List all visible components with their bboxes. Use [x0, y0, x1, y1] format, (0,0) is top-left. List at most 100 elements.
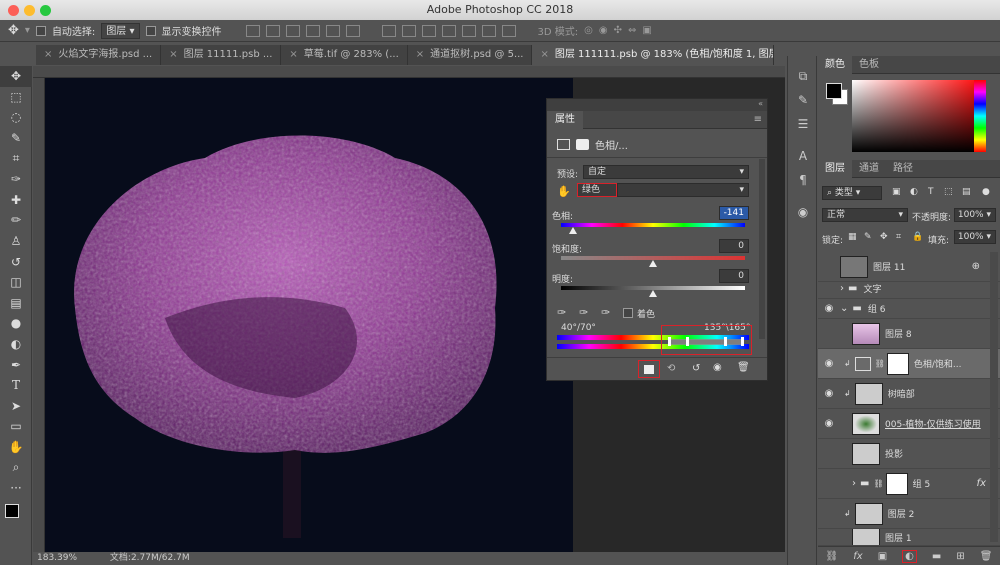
- close-window-button[interactable]: [8, 5, 19, 16]
- tab-doc-2[interactable]: × 图层 11111.psb ...: [161, 45, 282, 65]
- shape-tool-icon[interactable]: ▭: [0, 416, 32, 437]
- hue-slider-thumb[interactable]: [569, 227, 577, 234]
- auto-align-icon[interactable]: [501, 24, 516, 37]
- zoom-tool-icon[interactable]: ⌕: [0, 457, 32, 478]
- distribute-bottom-icon[interactable]: [421, 24, 436, 37]
- properties-scrollbar[interactable]: [759, 159, 765, 339]
- 3d-scale-icon[interactable]: ▣: [642, 25, 651, 36]
- layer-row[interactable]: › ▬ 文字: [818, 279, 1000, 299]
- filter-toggle-icon[interactable]: ●: [982, 187, 990, 197]
- auto-select-dropdown[interactable]: 图层 ▾: [101, 22, 140, 39]
- link-layers-icon[interactable]: ⛓: [826, 551, 839, 562]
- layer-row[interactable]: ◉ ⌄ ▬ 组 6: [818, 299, 1000, 319]
- tab-doc-3[interactable]: × 草莓.tif @ 283% (...: [281, 45, 408, 65]
- clip-to-layer-button[interactable]: [638, 360, 660, 378]
- align-left-icon[interactable]: [305, 24, 320, 37]
- layer-row[interactable]: ◉ ↲ 树暗部: [818, 379, 1000, 409]
- dodge-tool-icon[interactable]: ◐: [0, 334, 32, 355]
- marquee-tool-icon[interactable]: ⬚: [0, 87, 32, 108]
- new-group-icon[interactable]: ▬: [932, 551, 941, 562]
- range-selection[interactable]: [671, 339, 743, 345]
- 3d-drag-icon[interactable]: ✣: [614, 25, 622, 36]
- move-tool-icon[interactable]: ✥: [8, 23, 19, 38]
- filter-shape-icon[interactable]: ⬚: [944, 187, 953, 197]
- range-marker-3[interactable]: [724, 337, 727, 346]
- 3d-roll-icon[interactable]: ◉: [599, 25, 608, 36]
- move-tool-icon[interactable]: ✥: [0, 66, 32, 87]
- history-brush-tool-icon[interactable]: ↺: [0, 251, 32, 272]
- clone-stamp-tool-icon[interactable]: ♙: [0, 231, 32, 252]
- delete-layer-icon[interactable]: 🗑: [980, 551, 993, 562]
- blend-mode-dropdown[interactable]: 正常 ▾: [822, 208, 908, 222]
- type-tool-icon[interactable]: T: [0, 375, 32, 396]
- lock-all-icon[interactable]: 🔒: [912, 232, 923, 242]
- adjustments-panel-icon[interactable]: ☰: [788, 112, 818, 136]
- reset-icon[interactable]: ↺: [692, 363, 700, 374]
- lock-pixels-icon[interactable]: ✎: [864, 232, 872, 242]
- distribute-top-icon[interactable]: [381, 24, 396, 37]
- layer-kind-filter[interactable]: ⌕ 类型 ▾: [822, 186, 882, 200]
- tab-doc-5[interactable]: ×图层 111111.psb @ 183% (色相/饱和度 1, 图层蒙版/8)…: [532, 45, 774, 65]
- eyedropper-minus-icon[interactable]: ✑: [601, 306, 610, 319]
- crop-tool-icon[interactable]: ⌗: [0, 148, 32, 169]
- styles-panel-icon[interactable]: ◉: [788, 200, 818, 224]
- history-panel-icon[interactable]: ⧉: [788, 64, 818, 88]
- filter-pixel-icon[interactable]: ▣: [892, 187, 901, 197]
- close-tab-icon[interactable]: ×: [44, 49, 52, 60]
- fill-input[interactable]: 100% ▾: [954, 230, 996, 244]
- visibility-eye-icon[interactable]: ◉: [818, 358, 840, 369]
- 3d-orbit-icon[interactable]: ◎: [584, 25, 593, 36]
- tab-doc-4[interactable]: × 通道抠树.psd @ 5...: [408, 45, 533, 65]
- visibility-eye-icon[interactable]: ◉: [818, 418, 840, 429]
- tab-layers[interactable]: 图层: [818, 160, 852, 178]
- path-select-tool-icon[interactable]: ➤: [0, 396, 32, 417]
- foreground-color-swatch[interactable]: [5, 504, 19, 519]
- pen-tool-icon[interactable]: ✒: [0, 354, 32, 375]
- layer-row[interactable]: › ▬ ⛓ 组 5 fx: [818, 469, 1000, 499]
- 3d-slide-icon[interactable]: ⇔: [628, 25, 636, 36]
- channel-dropdown-arrow[interactable]: ▾: [617, 183, 749, 197]
- mask-icon[interactable]: [576, 139, 589, 150]
- saturation-input[interactable]: 0: [719, 239, 749, 253]
- layer-row[interactable]: ↲ 图层 2: [818, 499, 1000, 529]
- targeted-adjust-hand-icon[interactable]: ✋: [557, 185, 571, 198]
- lasso-tool-icon[interactable]: ◌: [0, 107, 32, 128]
- distribute-hcenter-icon[interactable]: [461, 24, 476, 37]
- close-tab-icon[interactable]: ×: [416, 49, 424, 60]
- align-hcenter-icon[interactable]: [325, 24, 340, 37]
- tab-doc-1[interactable]: × 火焰文字海报.psd ...: [36, 45, 162, 65]
- filter-smart-icon[interactable]: ▤: [962, 187, 971, 197]
- layer-row[interactable]: ◉ 005-植物-仅供练习使用: [818, 409, 1000, 439]
- collapse-icon[interactable]: «: [758, 99, 763, 108]
- align-vcenter-icon[interactable]: [265, 24, 280, 37]
- lock-position-icon[interactable]: ✥: [880, 232, 888, 242]
- hand-tool-icon[interactable]: ✋: [0, 437, 32, 458]
- minimize-window-button[interactable]: [24, 5, 35, 16]
- paragraph-panel-icon[interactable]: ¶: [788, 168, 818, 192]
- new-adjustment-icon[interactable]: ◐: [902, 549, 917, 563]
- healing-brush-tool-icon[interactable]: ✚: [0, 190, 32, 211]
- color-picker-field[interactable]: [852, 80, 986, 152]
- filter-adjust-icon[interactable]: ◐: [910, 187, 918, 197]
- tab-channels[interactable]: 通道: [852, 160, 886, 178]
- close-tab-icon[interactable]: ×: [169, 49, 177, 60]
- layer-row-selected[interactable]: ◉ ↲ ⛓ 色相/饱和...: [818, 349, 1000, 379]
- distribute-right-icon[interactable]: [481, 24, 496, 37]
- range-marker-2[interactable]: [686, 337, 689, 346]
- tab-swatches[interactable]: 色板: [852, 56, 886, 74]
- foreground-swatch[interactable]: [826, 83, 842, 99]
- layer-row[interactable]: 投影: [818, 439, 1000, 469]
- document-canvas[interactable]: [45, 78, 573, 554]
- align-right-icon[interactable]: [345, 24, 360, 37]
- add-style-icon[interactable]: fx: [853, 551, 862, 562]
- close-tab-icon[interactable]: ×: [540, 49, 548, 60]
- eyedropper-plus-icon[interactable]: ✑: [579, 306, 588, 319]
- layer-row[interactable]: 图层 8: [818, 319, 1000, 349]
- channel-dropdown[interactable]: 绿色: [577, 183, 617, 197]
- eyedropper-icon[interactable]: ✑: [557, 306, 566, 319]
- add-mask-icon[interactable]: ▣: [878, 551, 887, 562]
- align-top-icon[interactable]: [245, 24, 260, 37]
- eraser-tool-icon[interactable]: ◫: [0, 272, 32, 293]
- close-tab-icon[interactable]: ×: [289, 49, 297, 60]
- panel-menu-icon[interactable]: ≡: [754, 114, 762, 125]
